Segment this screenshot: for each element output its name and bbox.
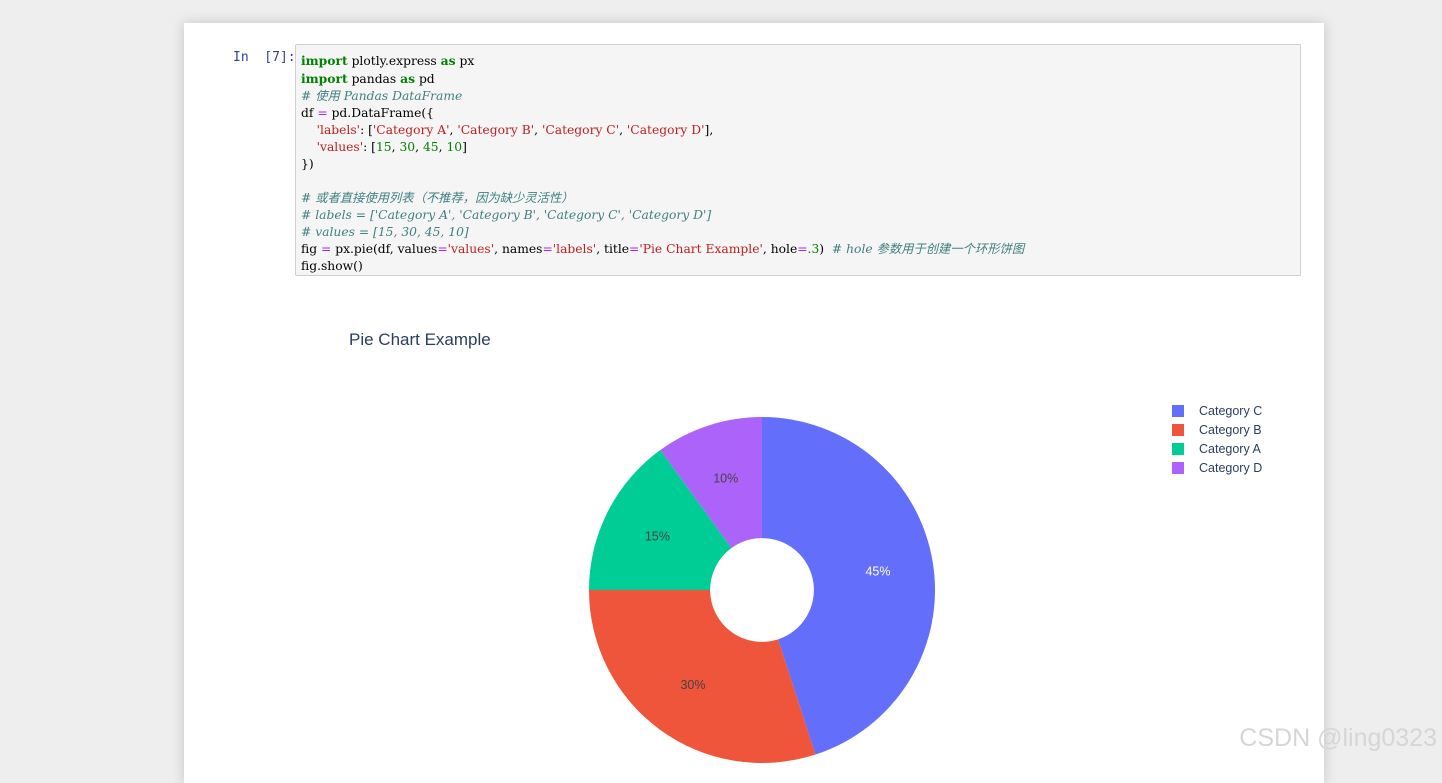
code-token: , names [494,242,543,256]
pie-percent-label: 10% [713,471,738,485]
code-token: import [301,71,348,86]
code-token: , [619,123,627,137]
code-token: , title [596,242,630,256]
code-token: as [400,71,416,86]
code-token: ] [462,140,467,154]
legend-label: Category A [1199,441,1261,456]
pie-percent-label: 45% [865,565,890,579]
code-token: as [440,53,456,68]
code-line: # 或者直接使用列表（不推荐，因为缺少灵活性） [301,191,573,205]
code-token: ], [704,123,714,137]
code-token: 'labels' [316,123,361,137]
code-token: pd.DataFrame({ [327,106,434,120]
code-token: 'Category C' [541,123,620,137]
pie-percent-label: 15% [645,530,670,544]
code-line: 'values': [15, 30, 45, 10] [301,140,467,154]
code-token: # hole 参数用于创建一个环形饼图 [831,242,1025,256]
code-token: # 使用 Pandas DataFrame [301,89,463,103]
code-line: fig.show() [301,259,363,273]
chart-title: Pie Chart Example [349,330,491,349]
code-token: = [629,242,640,256]
notebook-container: In [7]: import plotly.express as px impo… [184,23,1324,783]
pie-chart[interactable]: 45% 30% 15% 10% [295,308,1301,783]
code-token: 'values' [447,242,495,256]
code-line: fig = px.pie(df, values='values', names=… [301,242,1024,256]
legend-swatch [1172,404,1184,417]
code-line: import pandas as pd [301,71,435,86]
legend-item-category-d[interactable]: Category D [1172,458,1262,477]
code-token: = [317,106,328,120]
code-token: px [455,54,475,68]
cell-prompt: In [7]: [233,50,296,65]
code-line: 'labels': ['Category A', 'Category B', '… [301,123,714,137]
code-token: 10 [446,140,463,154]
code-token: 'Category D' [626,123,705,137]
code-token: = [320,242,332,256]
code-token: ) [819,242,832,256]
code-token: , [534,123,542,137]
chart-legend[interactable]: Category C Category B Category A Category D [1172,401,1262,477]
code-line: }) [301,157,314,171]
legend-label: Category B [1199,422,1262,437]
watermark: CSDN @ling0323 [1239,724,1437,752]
legend-item-category-a[interactable]: Category A [1172,439,1262,458]
code-token: 'values' [316,140,364,154]
legend-label: Category D [1199,460,1263,475]
code-token: }) [301,157,314,171]
code-token: fig [301,242,321,256]
legend-swatch [1172,442,1184,455]
code-token: 'labels' [552,242,597,256]
legend-swatch [1172,423,1184,436]
code-token: : [ [360,123,373,137]
pie-slice-category-b[interactable] [589,590,816,763]
code-cell-input[interactable]: import plotly.express as px import panda… [295,44,1301,276]
code-token: pd [415,72,435,86]
code-token: : [ [363,140,376,154]
code-token: , [415,140,423,154]
pie-percent-label: 30% [680,678,705,692]
code-editor[interactable]: import plotly.express as px import panda… [301,52,1024,275]
legend-item-category-b[interactable]: Category B [1172,420,1262,439]
legend-swatch [1172,461,1184,474]
code-token: 15 [375,140,392,154]
code-token: import [301,53,348,68]
code-token: df [301,106,318,120]
code-token: .3 [807,242,820,256]
code-token: # values = [15, 30, 45, 10] [301,225,469,239]
code-token: pandas [347,72,401,86]
code-token: 'Category B' [457,123,535,137]
code-token: plotly.express [347,54,441,68]
code-token: # 或者直接使用列表（不推荐，因为缺少灵活性） [301,191,574,205]
legend-label: Category C [1199,403,1263,418]
code-token: 30 [399,140,416,154]
cell-output: 45% 30% 15% 10% Pie Chart Example Category … [295,308,1301,783]
code-token: 'Category A' [372,123,450,137]
code-line: # labels = ['Category A', 'Category B', … [301,208,711,222]
code-line: import plotly.express as px [301,53,475,68]
code-token: # labels = ['Category A', 'Category B', … [301,208,712,222]
code-line: # values = [15, 30, 45, 10] [301,225,469,239]
legend-item-category-c[interactable]: Category C [1172,401,1262,420]
code-token: , hole [762,242,798,256]
code-token: = [437,242,448,256]
code-line: # 使用 Pandas DataFrame [301,89,462,103]
code-token: = [542,242,553,256]
code-token: 45 [422,140,439,154]
code-line: df = pd.DataFrame({ [301,106,434,120]
code-token: fig.show() [301,259,363,273]
code-token: 'Pie Chart Example' [639,242,763,256]
code-token: px.pie(df, values [331,242,438,256]
code-token: = [797,242,808,256]
